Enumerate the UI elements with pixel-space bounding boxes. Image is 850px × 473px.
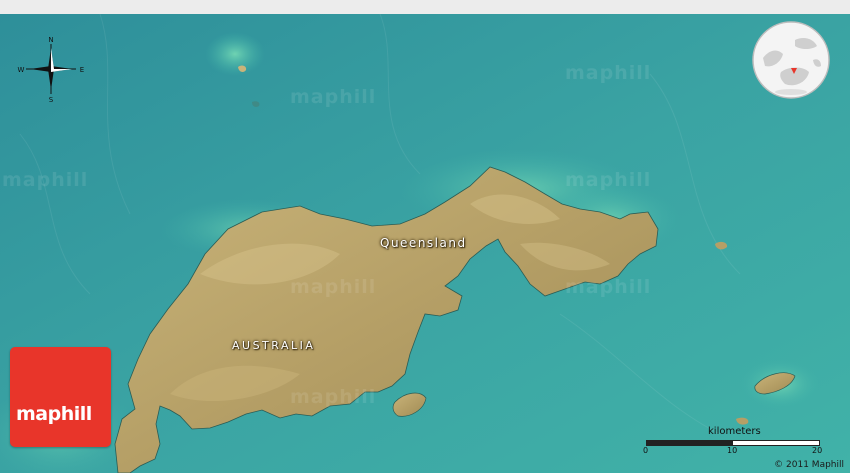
- scale-segment: [647, 441, 733, 445]
- watermark: maphill: [290, 276, 377, 298]
- country-label: AUSTRALIA: [232, 339, 316, 352]
- reef-halo: [205, 32, 265, 76]
- scale-tick: 10: [727, 446, 738, 455]
- satellite-map[interactable]: maphill maphill maphill maphill maphill …: [0, 14, 850, 473]
- compass-south: S: [49, 96, 54, 104]
- compass-east: E: [80, 66, 84, 74]
- compass-icon: N S E W: [16, 34, 86, 104]
- logo-text: maphill: [16, 403, 92, 425]
- watermark: maphill: [565, 169, 652, 191]
- compass-north: N: [48, 36, 53, 44]
- compass-west: W: [18, 66, 25, 74]
- watermark: maphill: [565, 276, 652, 298]
- region-label: Queensland: [380, 236, 467, 250]
- watermark: maphill: [290, 86, 377, 108]
- map-frame: maphill maphill maphill maphill maphill …: [0, 0, 850, 473]
- globe-locator-icon: [751, 20, 831, 100]
- scale-tick: 0: [643, 446, 649, 455]
- scale-tick: 20: [812, 446, 823, 455]
- copyright-text: © 2011 Maphill: [774, 460, 844, 470]
- top-bar: [0, 0, 850, 14]
- scale-title: kilometers: [708, 426, 761, 437]
- watermark: maphill: [2, 169, 89, 191]
- watermark: maphill: [565, 62, 652, 84]
- maphill-logo[interactable]: maphill: [10, 347, 111, 447]
- watermark: maphill: [290, 386, 377, 408]
